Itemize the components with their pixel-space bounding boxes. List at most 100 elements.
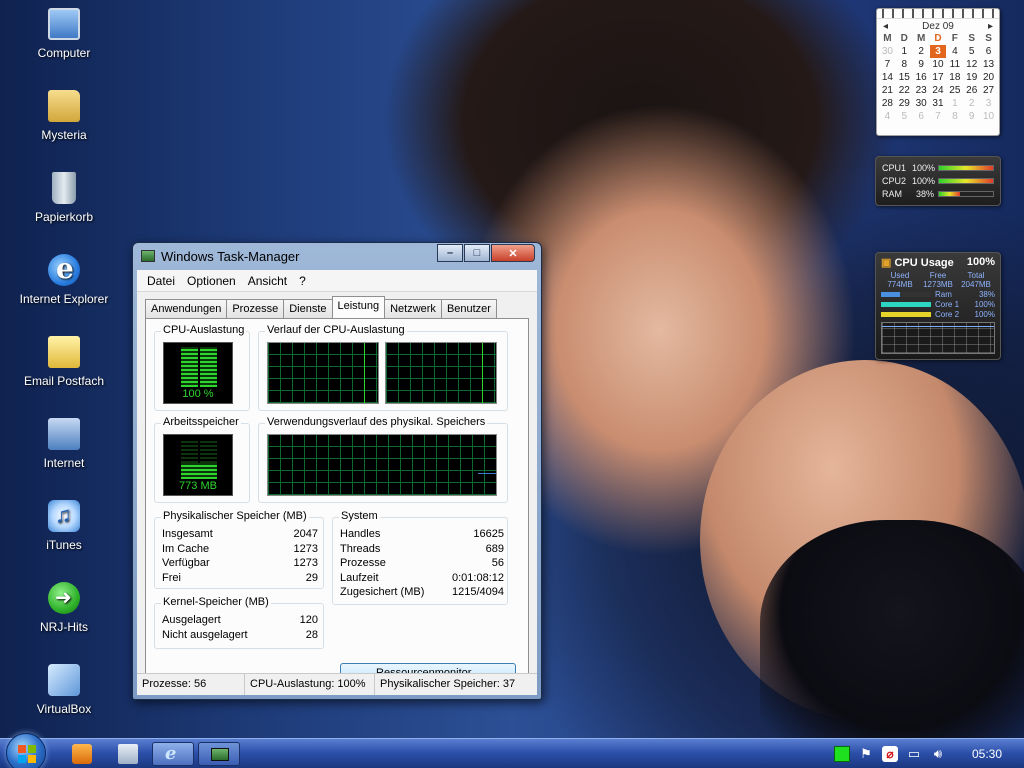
maximize-button[interactable]: □	[464, 244, 490, 262]
calendar-day[interactable]: 19	[963, 71, 980, 84]
calendar-day[interactable]: 1	[896, 45, 913, 58]
menu-item-datei[interactable]: Datei	[141, 274, 181, 288]
computer-icon	[48, 8, 80, 40]
cpu-usage-gadget[interactable]: ▣ CPU Usage 100% Used 774MB Free 1273MB Tota…	[875, 252, 1001, 360]
calendar-rings	[877, 9, 999, 19]
calendar-day[interactable]: 28	[879, 97, 896, 110]
menu-item-optionen[interactable]: Optionen	[181, 274, 242, 288]
calendar-day[interactable]: 8	[946, 110, 963, 123]
antivirus-icon[interactable]: ⌀	[881, 746, 898, 762]
calendar-day[interactable]: 3	[929, 45, 947, 58]
menu-item-ansicht[interactable]: Ansicht	[242, 274, 293, 288]
calendar-gadget[interactable]: ◂ Dez 09 ▸ M D M D F S S 30 1 2 3 4 5 6 7 8 9 10 11 12 13 14 1…	[876, 8, 1000, 136]
calendar-day[interactable]: 26	[963, 84, 980, 97]
wallpaper-dress	[760, 520, 1024, 750]
tab-dienste[interactable]: Dienste	[283, 299, 333, 318]
calendar-day[interactable]: 11	[946, 58, 963, 71]
calendar-day[interactable]: 9	[913, 58, 930, 71]
calendar-day[interactable]: 1	[946, 97, 963, 110]
meter-label: CPU2	[882, 175, 907, 186]
tab-netzwerk[interactable]: Netzwerk	[384, 299, 442, 318]
calendar-day[interactable]: 30	[913, 97, 930, 110]
desktop-icon-itunes[interactable]: iTunes	[14, 500, 114, 552]
tab-benutzer[interactable]: Benutzer	[440, 299, 497, 318]
cpu-history-group: Verlauf der CPU-Auslastung	[258, 324, 508, 411]
desktop-icon-internet[interactable]: Internet	[14, 418, 114, 470]
desktop-icon-virtualbox[interactable]: VirtualBox	[14, 664, 114, 716]
stat-label: Prozesse	[340, 557, 386, 569]
tab-anwendungen[interactable]: Anwendungen	[145, 299, 228, 318]
calendar-day[interactable]: 10	[980, 110, 997, 123]
desktop-icon-label: Internet	[43, 456, 85, 470]
meter-bar	[938, 164, 994, 171]
calendar-prev-arrow-icon[interactable]: ◂	[883, 21, 888, 32]
calendar-day[interactable]: 20	[980, 71, 997, 84]
calendar-day[interactable]: 22	[896, 84, 913, 97]
memory-label: Arbeitsspeicher	[161, 416, 241, 428]
calendar-day[interactable]: 17	[930, 71, 947, 84]
itunes-icon	[48, 500, 80, 532]
flag-icon[interactable]: ⚑	[858, 746, 874, 762]
show-desktop-icon[interactable]	[118, 744, 138, 764]
calendar-day[interactable]: 14	[879, 71, 896, 84]
desktop-icon-mysteria[interactable]: Mysteria	[14, 90, 114, 142]
menu-item-help[interactable]: ?	[293, 274, 312, 288]
start-button[interactable]	[6, 733, 46, 768]
desktop-icon-internet-explorer[interactable]: Internet Explorer	[14, 252, 114, 306]
calendar-day[interactable]: 5	[896, 110, 913, 123]
desktop-icon-computer[interactable]: Computer	[14, 8, 114, 60]
calendar-day[interactable]: 7	[879, 58, 896, 71]
calendar-day[interactable]: 16	[913, 71, 930, 84]
tab-leistung[interactable]: Leistung	[331, 296, 386, 318]
taskbar-ie-button[interactable]: e	[152, 742, 194, 766]
calendar-day[interactable]: 23	[913, 84, 930, 97]
calendar-weekday: D	[934, 33, 942, 44]
tab-prozesse[interactable]: Prozesse	[226, 299, 285, 318]
calendar-day[interactable]: 8	[896, 58, 913, 71]
calendar-day[interactable]: 4	[879, 110, 896, 123]
calendar-day[interactable]: 13	[980, 58, 997, 71]
cpu-tray-icon[interactable]	[833, 746, 850, 762]
calendar-day[interactable]: 3	[980, 97, 997, 110]
calendar-day[interactable]: 4	[946, 45, 963, 58]
minimize-button[interactable]: –	[437, 244, 463, 262]
desktop-icon-nrj-hits[interactable]: NRJ-Hits	[14, 582, 114, 634]
task-manager-window[interactable]: Windows Task-Manager – □ ✕ Datei Optionen…	[132, 242, 542, 700]
calendar-day[interactable]: 27	[980, 84, 997, 97]
calendar-day[interactable]: 18	[946, 71, 963, 84]
calendar-day[interactable]: 24	[930, 84, 947, 97]
network-icon[interactable]: ▭	[906, 746, 922, 762]
stat-value: 1215/4094	[452, 586, 504, 598]
calendar-day[interactable]: 12	[963, 58, 980, 71]
calendar-day[interactable]: 2	[963, 97, 980, 110]
calendar-day[interactable]: 31	[930, 97, 947, 110]
system-tray: ⚑ ⌀ ▭ 🔊︎ 05:30	[826, 739, 1024, 768]
calendar-day[interactable]: 6	[913, 110, 930, 123]
calendar-day[interactable]: 10	[930, 58, 947, 71]
kernel-memory-stats: Ausgelagert 120 Nicht ausgelagert 28	[162, 613, 318, 642]
calendar-day[interactable]: 7	[930, 110, 947, 123]
calendar-day[interactable]: 30	[879, 45, 896, 58]
close-button[interactable]: ✕	[491, 244, 535, 262]
calendar-day[interactable]: 6	[980, 45, 997, 58]
calendar-day[interactable]: 9	[963, 110, 980, 123]
media-player-icon[interactable]	[72, 744, 92, 764]
stat-value: 689	[485, 542, 504, 555]
calendar-day[interactable]: 21	[879, 84, 896, 97]
calendar-day[interactable]: 15	[896, 71, 913, 84]
calendar-day[interactable]: 29	[896, 97, 913, 110]
desktop-icon-papierkorb[interactable]: Papierkorb	[14, 172, 114, 224]
clock[interactable]: 05:30	[972, 747, 1002, 761]
calendar-day[interactable]: 5	[963, 45, 980, 58]
volume-icon[interactable]: 🔊︎	[930, 746, 946, 762]
usage-bar-row: Ram 38%	[881, 290, 995, 299]
cpu-meter-gadget[interactable]: CPU1 100% CPU2 100% RAM 38%	[875, 156, 1001, 206]
usage-bar-label: Core 1	[935, 300, 960, 309]
stat-value: 0:01:08:12	[452, 571, 504, 584]
desktop-icon-email-postfach[interactable]: Email Postfach	[14, 336, 114, 388]
calendar-day[interactable]: 25	[946, 84, 963, 97]
taskbar-task-manager-button[interactable]	[198, 742, 240, 766]
meter-label: RAM	[882, 188, 902, 199]
calendar-day[interactable]: 2	[913, 45, 930, 58]
calendar-next-arrow-icon[interactable]: ▸	[988, 21, 993, 32]
